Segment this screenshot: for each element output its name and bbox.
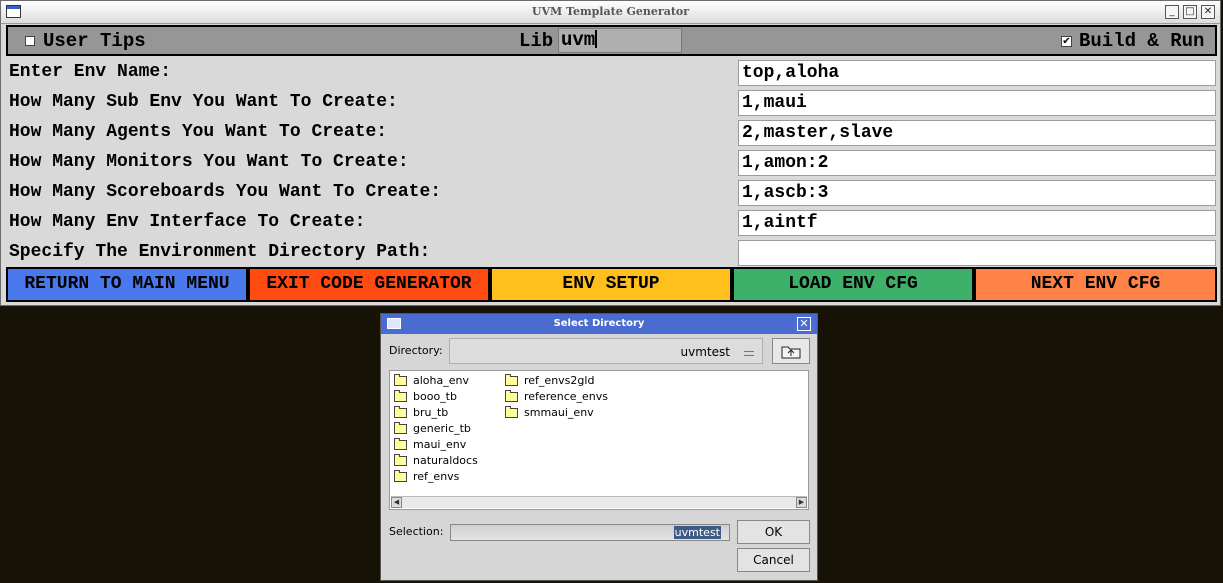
build-run-label[interactable]: Build & Run (1079, 30, 1204, 52)
load-env-cfg-button[interactable]: LOAD ENV CFG (732, 267, 974, 302)
list-item-label: maui_env (413, 438, 467, 451)
directory-dropdown-value: uvmtest (680, 345, 730, 359)
title-bar[interactable]: UVM Template Generator _ □ ✕ (1, 1, 1220, 24)
folder-icon (505, 406, 518, 418)
folder-icon (394, 406, 407, 418)
window-title: UVM Template Generator (531, 5, 690, 18)
agents-input[interactable]: 2,master,slave (738, 120, 1216, 146)
folder-icon (394, 374, 407, 386)
form-row-agents: How Many Agents You Want To Create: 2,ma… (6, 118, 1217, 148)
list-item-label: reference_envs (524, 390, 609, 403)
dialog-title: Select Directory (553, 318, 645, 329)
parent-directory-button[interactable] (772, 338, 810, 364)
close-icon[interactable]: ✕ (1201, 5, 1215, 19)
sub-env-label: How Many Sub Env You Want To Create: (9, 92, 398, 112)
env-name-input[interactable]: top,aloha (738, 60, 1216, 86)
build-run-checkbox[interactable]: ✔ (1061, 36, 1072, 47)
main-window: UVM Template Generator _ □ ✕ User Tips L… (0, 0, 1221, 306)
select-directory-dialog: Select Directory ✕ Directory: uvmtest al… (380, 313, 818, 581)
selection-label: Selection: (389, 525, 444, 538)
folder-icon (505, 390, 518, 402)
form-row-monitors: How Many Monitors You Want To Create: 1,… (6, 148, 1217, 178)
list-item-label: bru_tb (413, 406, 449, 419)
directory-list[interactable]: aloha_env booo_tb bru_tb generic_tb maui… (389, 370, 809, 510)
form-row-sub-env: How Many Sub Env You Want To Create: 1,m… (6, 88, 1217, 118)
dropdown-arrow-icon (744, 351, 754, 356)
toolbar: User Tips Lib uvm ✔ Build & Run (6, 25, 1217, 56)
text-cursor (595, 30, 598, 48)
directory-dropdown[interactable]: uvmtest (449, 338, 763, 364)
env-interface-input[interactable]: 1,aintf (738, 210, 1216, 236)
lib-input-value: uvm (561, 29, 596, 51)
dialog-close-icon[interactable]: ✕ (797, 317, 811, 331)
env-setup-button[interactable]: ENV SETUP (490, 267, 732, 302)
exit-code-generator-button[interactable]: EXIT CODE GENERATOR (248, 267, 490, 302)
scoreboards-label: How Many Scoreboards You Want To Create: (9, 182, 442, 202)
agents-label: How Many Agents You Want To Create: (9, 122, 388, 142)
scoreboards-input[interactable]: 1,ascb:3 (738, 180, 1216, 206)
list-item-label: generic_tb (413, 422, 471, 435)
lib-label: Lib (519, 30, 554, 52)
folder-icon (505, 374, 518, 386)
form-row-scoreboards: How Many Scoreboards You Want To Create:… (6, 178, 1217, 208)
list-item-label: booo_tb (413, 390, 457, 403)
user-tips-label[interactable]: User Tips (43, 30, 146, 52)
sub-env-input[interactable]: 1,maui (738, 90, 1216, 116)
scroll-right-icon[interactable]: ▶ (796, 497, 807, 508)
next-env-cfg-button[interactable]: NEXT ENV CFG (974, 267, 1217, 302)
action-button-bar: RETURN TO MAIN MENU EXIT CODE GENERATOR … (6, 267, 1217, 303)
env-interface-label: How Many Env Interface To Create: (9, 212, 366, 232)
maximize-icon[interactable]: □ (1183, 5, 1197, 19)
list-item-label: ref_envs2gld (524, 374, 595, 387)
horizontal-scrollbar[interactable]: ◀ ▶ (391, 496, 807, 508)
directory-path-label: Specify The Environment Directory Path: (9, 242, 431, 262)
dialog-title-bar[interactable]: Select Directory ✕ (381, 314, 817, 334)
user-tips-checkbox[interactable] (25, 36, 35, 46)
minimize-icon[interactable]: _ (1165, 5, 1179, 19)
list-item-label: smmaui_env (524, 406, 594, 419)
lib-input[interactable]: uvm (558, 28, 682, 53)
list-item-label: aloha_env (413, 374, 469, 387)
list-item-label: naturaldocs (413, 454, 478, 467)
list-item-label: ref_envs (413, 470, 460, 483)
ok-button[interactable]: OK (737, 520, 810, 544)
folder-icon (394, 454, 407, 466)
cancel-button[interactable]: Cancel (737, 548, 810, 572)
folder-icon (394, 390, 407, 402)
selection-input[interactable]: uvmtest (450, 524, 730, 541)
scroll-left-icon[interactable]: ◀ (391, 497, 402, 508)
folder-icon (394, 422, 407, 434)
selection-input-value: uvmtest (673, 526, 721, 539)
form-row-env-name: Enter Env Name: top,aloha (6, 58, 1217, 88)
env-name-label: Enter Env Name: (9, 62, 172, 82)
folder-icon (394, 470, 407, 482)
folder-up-icon (781, 346, 801, 359)
return-to-main-menu-button[interactable]: RETURN TO MAIN MENU (6, 267, 248, 302)
form-row-env-interface: How Many Env Interface To Create: 1,aint… (6, 208, 1217, 238)
form-row-directory-path: Specify The Environment Directory Path: (6, 238, 1217, 268)
folder-icon (394, 438, 407, 450)
directory-label: Directory: (389, 344, 443, 357)
monitors-input[interactable]: 1,amon:2 (738, 150, 1216, 176)
directory-path-input[interactable] (738, 240, 1216, 266)
monitors-label: How Many Monitors You Want To Create: (9, 152, 409, 172)
